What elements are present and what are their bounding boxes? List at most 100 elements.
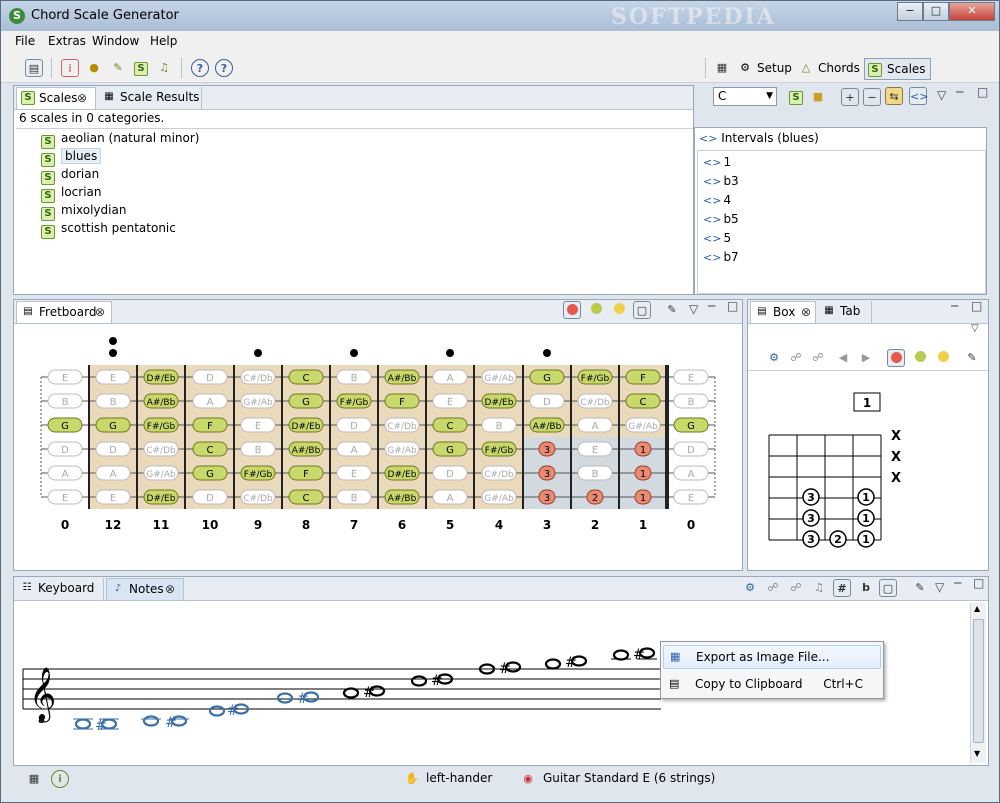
perspective-chords[interactable]: △ Chords (796, 58, 864, 80)
eraser-icon[interactable]: ✎ (663, 301, 681, 319)
scale-edit-icon[interactable]: S (132, 59, 150, 77)
fret-note-label: E (62, 373, 68, 384)
list-item[interactable]: <> b3 (703, 172, 739, 190)
connect-icon[interactable]: ☍ (764, 579, 782, 597)
tab-fretboard[interactable]: ▤ Fretboard ⊗ (16, 301, 112, 323)
close-tab-icon[interactable]: ⊗ (165, 579, 175, 600)
intervals-title-text: Intervals (blues) (721, 131, 819, 145)
list-item[interactable]: Sdorian (41, 165, 99, 185)
list-item[interactable]: Slocrian (41, 183, 102, 203)
info-icon[interactable]: i (61, 59, 79, 77)
view-menu-icon[interactable]: ▽ (937, 88, 946, 102)
collapse-all-icon[interactable]: − (863, 88, 881, 106)
tab-scales[interactable]: S Scales ⊗ (16, 87, 96, 109)
fret-note-label: E (255, 421, 261, 432)
edit-mode-icon[interactable]: ⚙ (765, 349, 783, 367)
close-tab-icon[interactable]: ⊗ (95, 302, 105, 323)
connect-icon[interactable]: ☍ (787, 349, 805, 367)
minimize-view-icon[interactable]: ─ (954, 576, 961, 590)
red-marker-toggle[interactable] (563, 301, 581, 319)
close-tab-icon[interactable]: ⊗ (801, 302, 811, 323)
maximize-view-icon[interactable]: □ (977, 85, 988, 99)
view-menu-icon[interactable]: ▽ (689, 302, 698, 316)
view-menu-icon[interactable]: ▽ (971, 323, 979, 334)
fast-view-icon[interactable]: ▦ (25, 770, 43, 788)
minimize-view-icon[interactable]: ─ (951, 299, 958, 313)
transpose-icon[interactable]: ♫ (810, 579, 828, 597)
list-item[interactable]: <> b5 (703, 210, 739, 228)
box-toggle-icon[interactable]: ▢ (633, 301, 651, 319)
fret-note-label: A (207, 397, 214, 408)
minimize-button[interactable]: − (897, 2, 923, 21)
info-icon[interactable]: i (51, 770, 69, 788)
previous-icon[interactable]: ◀ (834, 349, 852, 367)
list-item[interactable]: Smixolydian (41, 201, 126, 221)
tab-keyboard[interactable]: ☷ Keyboard (16, 578, 104, 600)
sharp-toggle[interactable]: # (833, 579, 851, 597)
open-perspective-icon[interactable]: ▦ (713, 59, 731, 77)
list-item[interactable]: Sscottish pentatonic (41, 219, 176, 239)
expand-all-icon[interactable]: + (841, 88, 859, 106)
chord-edit-icon[interactable]: ✎ (109, 59, 127, 77)
help-icon[interactable]: ? (191, 59, 209, 77)
tab-notes[interactable]: ♪ Notes ⊗ (106, 578, 184, 600)
tab-scale-results[interactable]: ▦ Scale Results (98, 87, 202, 109)
list-item[interactable]: <> 5 (703, 229, 731, 247)
intervals-toggle-icon[interactable]: <> (909, 87, 928, 105)
fret-note-label: C#/Db (146, 446, 176, 456)
green-marker-toggle[interactable] (587, 301, 605, 319)
menu-window[interactable]: Window (92, 34, 139, 48)
menu-extras[interactable]: Extras (48, 34, 86, 48)
link-icon[interactable]: ⇆ (885, 87, 903, 105)
next-icon[interactable]: ▶ (857, 349, 875, 367)
edit-mode-icon[interactable]: ⚙ (741, 579, 759, 597)
finger-number: 1 (862, 491, 870, 504)
menu-item-copy-clipboard[interactable]: ▤ Copy to Clipboard Ctrl+C (663, 673, 881, 697)
minimize-view-icon[interactable]: ─ (956, 85, 963, 99)
fret-number: 4 (495, 518, 503, 532)
scroll-down-icon[interactable]: ▼ (974, 749, 980, 758)
maximize-view-icon[interactable]: □ (973, 576, 984, 590)
box-toggle-icon[interactable]: ▢ (879, 579, 897, 597)
fret-number: 11 (153, 518, 170, 532)
eraser-icon[interactable]: ✎ (911, 579, 929, 597)
menu-file[interactable]: File (15, 34, 35, 48)
folder-icon[interactable]: ■ (809, 88, 827, 106)
minimize-view-icon[interactable]: ─ (708, 299, 715, 313)
save-icon[interactable]: ▤ (25, 59, 43, 77)
tab-box[interactable]: ▤ Box ⊗ (750, 301, 816, 323)
list-item[interactable]: <> 1 (703, 153, 731, 171)
new-scale-icon[interactable]: S (787, 88, 805, 106)
flat-toggle[interactable]: b (857, 579, 875, 597)
perspective-setup[interactable]: ⚙ Setup (735, 58, 796, 80)
view-menu-icon[interactable]: ▽ (935, 580, 944, 594)
fret-note-label: B (110, 397, 117, 408)
tab-tab[interactable]: ▦ Tab (818, 301, 872, 323)
eraser-icon[interactable]: ✎ (963, 349, 981, 367)
disconnect-icon[interactable]: ☍ (787, 579, 805, 597)
red-marker-toggle[interactable] (887, 349, 905, 367)
menu-help[interactable]: Help (150, 34, 177, 48)
green-marker-toggle[interactable] (911, 349, 929, 367)
chord-wizard-icon[interactable]: ● (85, 59, 103, 77)
yellow-marker-toggle[interactable] (610, 301, 628, 319)
perspective-scales[interactable]: S Scales (864, 58, 931, 80)
scrollbar-thumb[interactable] (973, 619, 984, 743)
disconnect-icon[interactable]: ☍ (809, 349, 827, 367)
maximize-button[interactable]: □ (923, 2, 949, 21)
speaker-icon[interactable]: ♫ (155, 59, 173, 77)
scroll-up-icon[interactable]: ▲ (974, 604, 980, 613)
list-item[interactable]: Sblues (41, 147, 102, 167)
close-button[interactable]: ✕ (949, 2, 995, 21)
vertical-scrollbar[interactable]: ▲ ▼ (970, 603, 986, 763)
key-select[interactable]: C ▼ (713, 87, 777, 106)
list-item[interactable]: <> 4 (703, 191, 731, 209)
maximize-view-icon[interactable]: □ (971, 299, 982, 313)
maximize-view-icon[interactable]: □ (727, 299, 738, 313)
help-context-icon[interactable]: ? (215, 59, 233, 77)
list-item[interactable]: Saeolian (natural minor) (41, 129, 200, 149)
close-tab-icon[interactable]: ⊗ (77, 88, 87, 109)
yellow-marker-toggle[interactable] (934, 349, 952, 367)
menu-item-export-image[interactable]: ▦ Export as Image File... (663, 645, 881, 669)
list-item[interactable]: <> b7 (703, 248, 739, 266)
